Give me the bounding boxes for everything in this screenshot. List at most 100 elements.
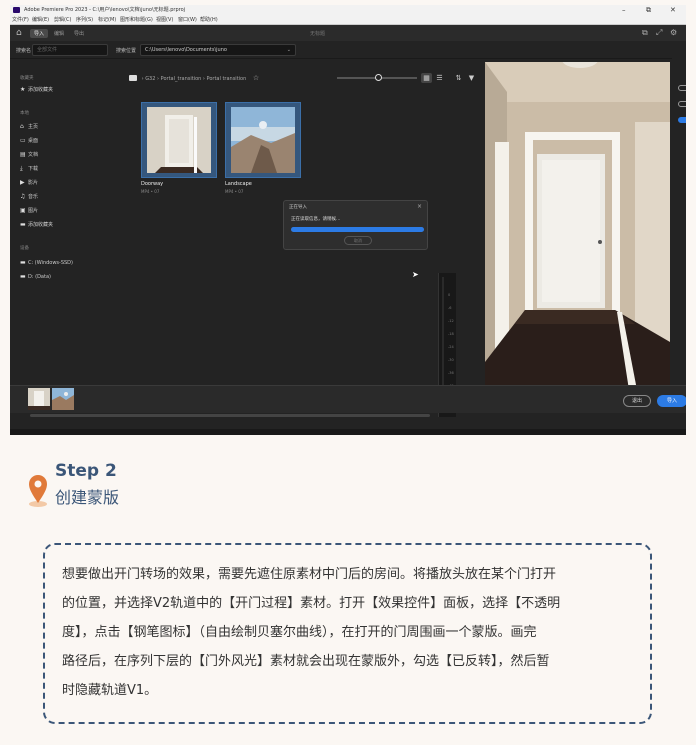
breadcrumb: › G32 › Portal_transition › Portal trans… — [129, 74, 259, 82]
instruction-line: 度】，点击【钢笔图标】（自由绘制贝塞尔曲线），在打开的门周围画一个蒙版。画完 — [62, 625, 537, 640]
step-number: Step 2 — [55, 461, 117, 481]
close-icon[interactable]: ✕ — [670, 5, 676, 15]
path-label: 搜索位置 — [116, 48, 137, 54]
menu-clip[interactable]: 剪辑(C) — [54, 15, 71, 25]
project-name: 无标题 — [310, 31, 326, 37]
home-icon: ⌂ — [20, 123, 24, 130]
sidebar-item-documents[interactable]: ▤ 文档 — [20, 150, 38, 160]
sidebar-item-music[interactable]: ♫ 音乐 — [20, 192, 38, 202]
location-sidebar: 收藏夹 ★ 添加收藏夹 本地 ⌂ 主页 ▭ 桌面 ▤ 文档 ⤓ 下载 ▶ 影片 ♫ 音乐 ▣ 图… — [10, 60, 120, 380]
selected-media-tray — [10, 385, 686, 413]
tray-thumbnail-doorway[interactable] — [28, 388, 50, 410]
expand-icon[interactable]: ⤢ — [656, 28, 662, 38]
document-icon: ▤ — [20, 151, 26, 158]
toggle-switch-on[interactable] — [678, 117, 686, 123]
sidebar-item-videos[interactable]: ▶ 影片 — [20, 178, 38, 188]
tab-export[interactable]: 导出 — [70, 29, 88, 38]
thumbnail-size-slider[interactable] — [337, 74, 417, 81]
landscape-thumbnail-image — [231, 107, 295, 173]
exit-button[interactable]: 退出 — [623, 395, 651, 407]
drive-icon: ▬ — [20, 259, 26, 266]
instruction-line: 想要做出开门转场的效果，需要先遮住原素材中门后的房间。将播放头放在某个门打开 — [62, 567, 557, 582]
menu-file[interactable]: 文件(F) — [12, 15, 29, 25]
folder-icon: ▬ — [20, 221, 26, 228]
cancel-button[interactable]: 取消 — [344, 236, 372, 245]
grid-view-icon[interactable]: ▦ — [421, 73, 432, 83]
sidebar-item-pictures[interactable]: ▣ 图片 — [20, 206, 38, 216]
file-name: Doorway — [141, 181, 164, 187]
doorway-preview-image — [485, 62, 670, 390]
menu-view[interactable]: 视图(V) — [156, 15, 173, 25]
menu-sequence[interactable]: 序列(S) — [76, 15, 93, 25]
sidebar-item-add-folder[interactable]: ▬ 添加收藏夹 — [20, 220, 53, 230]
file-meta: MP4 • 07 — [141, 189, 160, 194]
minimize-icon[interactable]: – — [622, 5, 626, 15]
tray-thumbnail-landscape[interactable] — [52, 388, 74, 410]
toggle-switch[interactable] — [678, 85, 686, 91]
sidebar-item-drive-d[interactable]: ▬ D: (Data) — [20, 272, 51, 282]
share-icon[interactable]: ⧉ — [642, 28, 648, 38]
sort-icon[interactable]: ⇅ — [453, 73, 464, 83]
menu-edit[interactable]: 编辑(E) — [32, 15, 49, 25]
restore-icon[interactable]: ⧉ — [646, 5, 651, 15]
sidebar-item-add-favorite[interactable]: ★ 添加收藏夹 — [20, 85, 53, 95]
desktop-icon: ▭ — [20, 137, 26, 144]
instruction-line: 路径后，在序列下层的【门外风光】素材就会出现在蒙版外，勾选【已反转】，然后暂 — [62, 654, 550, 669]
star-outline-icon[interactable]: ☆ — [253, 74, 259, 82]
import-progress-dialog: 正在导入 × 正在读取信息，请稍候… 取消 — [283, 200, 428, 250]
search-label: 搜索名 — [16, 48, 32, 54]
sidebar-item-downloads[interactable]: ⤓ 下载 — [20, 164, 38, 174]
horizontal-scrollbar[interactable] — [30, 414, 430, 417]
slider-knob[interactable] — [375, 74, 382, 81]
import-button[interactable]: 导入 — [657, 395, 686, 407]
doorway-thumbnail-image — [147, 107, 211, 173]
menu-window[interactable]: 窗口(W) — [178, 15, 197, 25]
meter-tick: -36 — [448, 371, 454, 375]
meter-tick: -18 — [448, 332, 454, 336]
favorites-header: 收藏夹 — [20, 76, 34, 81]
workspace-bar: ⌂ 导入 编辑 导出 无标题 ⧉ ⤢ ⚙ — [10, 25, 686, 41]
window-title: Adobe Premiere Pro 2023 - C:\用户\lenovo\文… — [24, 7, 186, 13]
breadcrumb-item[interactable]: G32 — [145, 76, 155, 82]
instruction-line: 时隐藏轨道V1。 — [62, 683, 158, 698]
tab-edit[interactable]: 编辑 — [50, 29, 68, 38]
settings-icon[interactable]: ⚙ — [670, 28, 677, 37]
menu-graphics[interactable]: 图形和标题(G) — [120, 15, 153, 25]
toggle-switch[interactable] — [678, 101, 686, 107]
menu-marker[interactable]: 标记(M) — [98, 15, 116, 25]
star-icon: ★ — [20, 86, 26, 93]
menu-help[interactable]: 帮助(H) — [200, 15, 218, 25]
file-meta: MP4 • 07 — [225, 189, 244, 194]
download-icon: ⤓ — [20, 165, 23, 172]
filter-icon[interactable]: ▼ — [466, 73, 477, 83]
dialog-title: 正在导入 — [289, 205, 307, 210]
file-thumbnail-landscape[interactable] — [225, 102, 301, 178]
search-input[interactable]: 全部文件 — [32, 44, 108, 56]
file-name: Landscape — [225, 181, 252, 187]
home-icon[interactable]: ⌂ — [16, 28, 22, 38]
devices-header: 设备 — [20, 246, 29, 251]
video-icon: ▶ — [20, 179, 25, 186]
drive-icon: ▬ — [20, 273, 26, 280]
meter-tick: -12 — [448, 319, 454, 323]
location-pin-icon — [29, 475, 47, 507]
path-value: C:\Users\lenovo\Documents\juno — [145, 47, 227, 53]
premiere-logo-icon — [13, 7, 20, 13]
meter-tick: -30 — [448, 358, 454, 362]
menu-bar: 文件(F) 编辑(E) 剪辑(C) 序列(S) 标记(M) 图形和标题(G) 视… — [10, 15, 686, 25]
sidebar-item-desktop[interactable]: ▭ 桌面 — [20, 136, 38, 146]
breadcrumb-item[interactable]: Portal_transition — [161, 76, 202, 82]
chevron-down-icon: ⌄ — [286, 47, 291, 53]
sidebar-item-home[interactable]: ⌂ 主页 — [20, 122, 38, 132]
screenshot: Adobe Premiere Pro 2023 - C:\用户\lenovo\文… — [10, 5, 686, 435]
preview-image — [485, 62, 670, 390]
tab-import[interactable]: 导入 — [30, 29, 49, 38]
sidebar-item-drive-c[interactable]: ▬ C: (Windows-SSD) — [20, 258, 73, 268]
list-view-icon[interactable]: ☰ — [434, 73, 445, 83]
status-bar — [10, 429, 686, 435]
meter-tick: 0 — [448, 293, 451, 297]
breadcrumb-item[interactable]: Portal transition — [207, 76, 247, 82]
close-icon[interactable]: × — [417, 203, 422, 210]
file-thumbnail-doorway[interactable] — [141, 102, 217, 178]
path-dropdown[interactable]: C:\Users\lenovo\Documents\juno ⌄ — [140, 44, 296, 56]
